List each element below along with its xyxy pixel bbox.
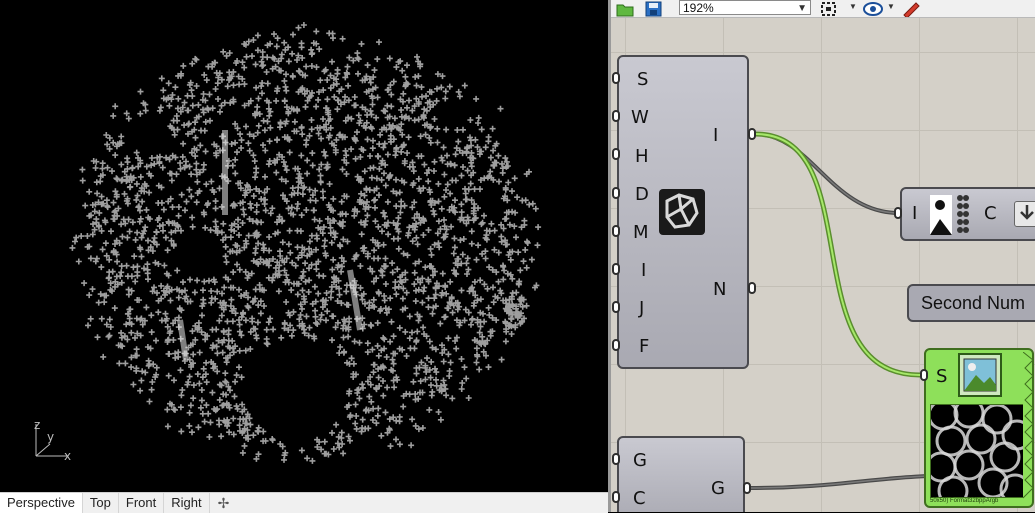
port-c-in[interactable]: [612, 491, 620, 503]
tab-top[interactable]: Top: [83, 493, 119, 513]
preview-cell: [989, 441, 1021, 473]
point-cloud-marks: [69, 22, 542, 464]
preview-cell: [935, 425, 967, 457]
open-file-icon[interactable]: [615, 0, 635, 17]
port-n-out[interactable]: [748, 282, 756, 294]
axis-x-label: x: [64, 449, 72, 463]
add-viewport-tab-icon[interactable]: ✢: [210, 495, 238, 512]
input-f-label: F: [639, 336, 650, 357]
axis-y-label: y: [47, 430, 55, 444]
tab-perspective[interactable]: Perspective: [0, 493, 83, 513]
point-cloud: [69, 22, 542, 464]
bottom-input-g-label: G: [633, 450, 647, 471]
port-f-in[interactable]: [612, 339, 620, 351]
preview-cell: [953, 449, 985, 481]
wire-i-to-color: [754, 132, 900, 215]
wire-i-to-image-selected-inner: [754, 133, 921, 376]
axis-z-label: z: [34, 418, 41, 432]
output-n-label: N: [713, 279, 727, 300]
visibility-icon[interactable]: [862, 0, 884, 17]
preview-cell: [965, 423, 997, 455]
viewport-tab-bar: Perspective Top Front Right ✢: [0, 492, 608, 513]
image-preview: [930, 404, 1024, 498]
number-slider[interactable]: Second Num: [907, 284, 1035, 322]
port-image-in[interactable]: [920, 369, 928, 381]
image-color-icon: [928, 193, 974, 237]
bottom-output-g-label: G: [711, 478, 725, 499]
input-m-label: M: [633, 222, 649, 243]
preview-cell: [981, 405, 1013, 435]
input-w-label: W: [631, 107, 649, 128]
port-g-out[interactable]: [743, 482, 751, 494]
color-input-label: I: [912, 203, 918, 224]
port-color-in[interactable]: [894, 207, 902, 219]
port-s-in[interactable]: [612, 72, 620, 84]
zoom-value: 192%: [683, 1, 714, 15]
output-i-label: I: [713, 125, 719, 146]
input-d-label: D: [635, 184, 649, 205]
visibility-dropdown-icon[interactable]: ▼: [887, 2, 895, 11]
image-caption: 50x50) Format32bppArgb: [930, 498, 999, 504]
preview-settings-icon[interactable]: [819, 0, 839, 17]
port-g-in[interactable]: [612, 453, 620, 465]
wire-i-to-image-selected: [754, 131, 921, 378]
port-h-in[interactable]: [612, 148, 620, 160]
chevron-down-icon: ▼: [797, 3, 807, 14]
slider-label: Second Num: [921, 293, 1026, 313]
download-arrow-icon[interactable]: [1014, 201, 1035, 227]
port-i-in[interactable]: [612, 263, 620, 275]
image-icon: [958, 353, 1002, 397]
tab-front[interactable]: Front: [119, 493, 165, 513]
image-input-label: S: [936, 366, 948, 387]
port-d-in[interactable]: [612, 187, 620, 199]
tab-right[interactable]: Right: [164, 493, 210, 513]
input-i-label: I: [641, 260, 647, 281]
input-s-label: S: [637, 69, 649, 90]
rhino-viewport[interactable]: z y x: [0, 0, 608, 492]
bottom-input-c-label: C: [633, 488, 646, 509]
image-color-node[interactable]: I C: [900, 187, 1035, 241]
input-j-label: J: [639, 298, 645, 319]
port-i-out[interactable]: [748, 128, 756, 140]
voronoi-preview: [931, 405, 1023, 497]
preview-dropdown-icon[interactable]: ▼: [849, 2, 857, 11]
wire-i-to-color-inner: [754, 133, 900, 214]
zoom-dropdown[interactable]: 192% ▼: [679, 0, 811, 15]
port-w-in[interactable]: [612, 110, 620, 122]
image-node-edge: [1023, 352, 1034, 499]
color-output-label: C: [984, 203, 997, 224]
grasshopper-canvas[interactable]: 192% ▼ ▼ ▼ S W H D M I J F I N I C Secon…: [611, 0, 1035, 512]
grasshopper-toolbar: 192% ▼ ▼ ▼: [611, 0, 1035, 18]
voronoi-image-icon: [659, 189, 705, 235]
image-node[interactable]: S 50x50) Format32bppArgb: [924, 348, 1034, 508]
input-h-label: H: [635, 146, 649, 167]
preview-cell: [937, 475, 969, 497]
preview-cell: [931, 405, 959, 431]
image-sampler-node[interactable]: S W H D M I J F I N: [617, 55, 749, 369]
sketch-pen-icon[interactable]: [900, 0, 922, 17]
save-icon[interactable]: [644, 0, 664, 17]
preview-cell: [999, 473, 1023, 497]
point-cloud-highlight: [177, 319, 189, 361]
port-m-in[interactable]: [612, 225, 620, 237]
port-j-in[interactable]: [612, 301, 620, 313]
bottom-node[interactable]: G C G: [617, 436, 745, 512]
